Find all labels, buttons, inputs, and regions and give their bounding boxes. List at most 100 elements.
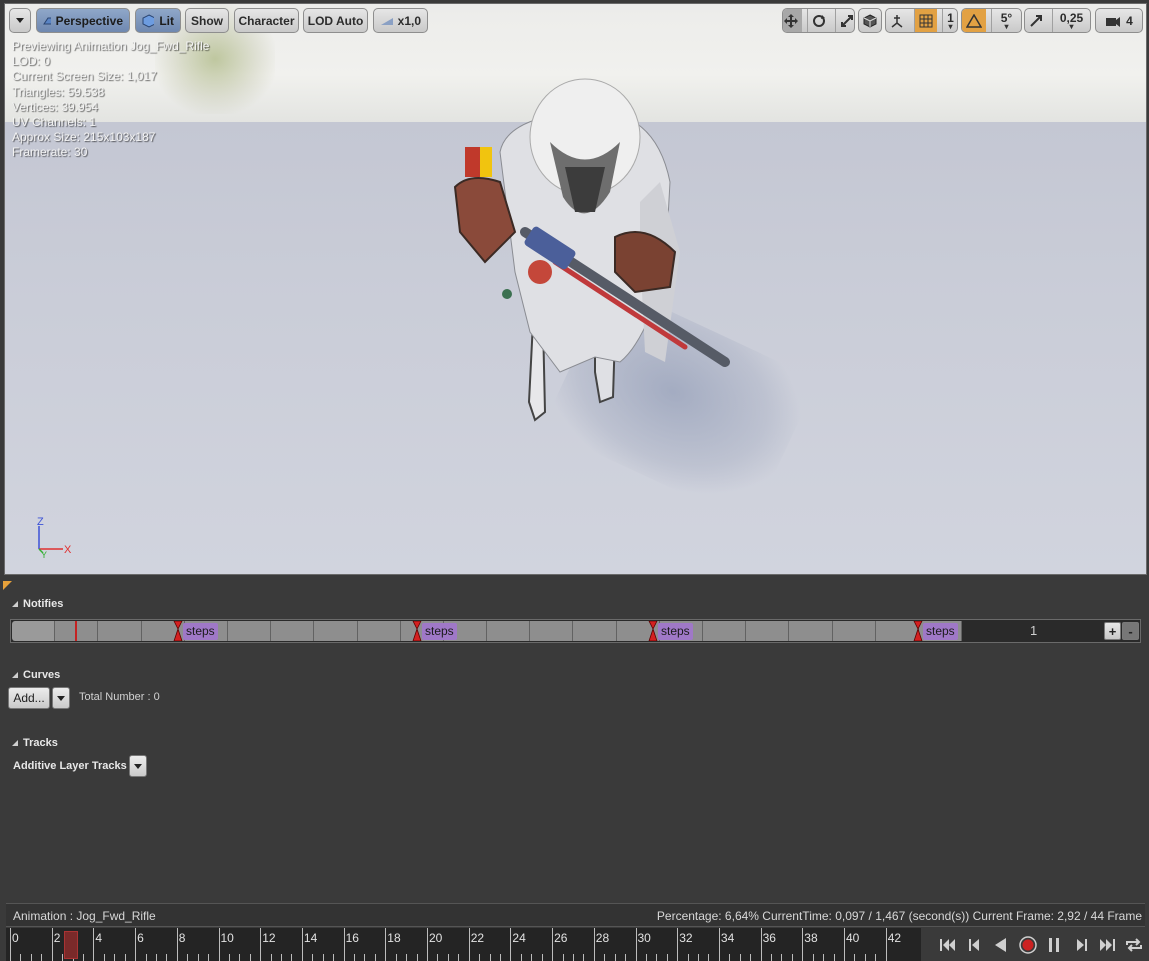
- skip-to-start-icon: [940, 939, 956, 951]
- notify-track-cell: [12, 621, 56, 641]
- perspective-button[interactable]: Perspective: [36, 8, 130, 33]
- lit-button[interactable]: Lit: [135, 8, 181, 33]
- chevron-down-icon: ▾: [948, 22, 953, 31]
- character-label: Character: [238, 13, 295, 28]
- skip-to-end-button[interactable]: [1094, 933, 1121, 957]
- timeline-tick: [885, 928, 887, 961]
- rotate-icon: [812, 14, 825, 27]
- loop-icon: [1125, 938, 1142, 952]
- timeline-tick-label: 26: [554, 931, 568, 945]
- scale-mode-button[interactable]: [834, 9, 855, 32]
- step-back-button[interactable]: [962, 933, 989, 957]
- add-curve-dropdown[interactable]: [52, 687, 70, 709]
- timeline-tick-label: 42: [887, 931, 902, 945]
- pause-button[interactable]: [1041, 933, 1068, 957]
- grid-snap-value[interactable]: 1 ▾: [942, 9, 957, 32]
- timeline-minor-tick: [270, 954, 272, 961]
- timeline-tick-label: 10: [220, 931, 234, 945]
- notifies-title: Notifies: [23, 598, 64, 610]
- skip-to-start-button[interactable]: [935, 933, 962, 957]
- timeline-tick-label: 32: [679, 931, 693, 945]
- status-bar: Animation : Jog_Fwd_Rifle Percentage: 6,…: [6, 903, 1145, 927]
- notify-label: steps: [422, 622, 457, 640]
- notify-label: steps: [658, 622, 693, 640]
- coordinate-space-button[interactable]: [858, 8, 882, 33]
- timeline-tick: [427, 928, 428, 961]
- tracks-header[interactable]: Tracks: [12, 737, 58, 749]
- timeline-minor-tick: [823, 954, 825, 961]
- timeline-minor-tick: [447, 954, 449, 961]
- grid-icon: [919, 14, 933, 27]
- character-mesh[interactable]: [445, 72, 745, 432]
- scale-snap-toggle[interactable]: [1025, 9, 1047, 32]
- timeline-tick: [218, 928, 220, 961]
- play-reverse-button[interactable]: [988, 933, 1015, 957]
- axis-z-label: Z: [37, 516, 44, 528]
- timeline-minor-tick: [124, 954, 126, 961]
- preview-viewport[interactable]: Perspective Lit Show Character LOD Auto …: [4, 3, 1147, 575]
- lod-text: LOD: 0: [12, 54, 51, 69]
- additive-layer-tracks-label: Additive Layer Tracks: [13, 760, 127, 772]
- notify-item[interactable]: steps: [913, 621, 958, 641]
- timeline-tick-label: 8: [178, 931, 186, 945]
- timeline-minor-tick: [145, 954, 147, 961]
- add-curve-button[interactable]: Add...: [8, 687, 50, 709]
- translate-mode-button[interactable]: [783, 9, 802, 32]
- notify-track[interactable]: steps steps steps steps 1 + -: [10, 619, 1141, 643]
- add-notify-track-button[interactable]: +: [1104, 622, 1121, 640]
- axis-y-label: Y: [41, 550, 47, 559]
- timeline-minor-tick: [875, 954, 877, 961]
- timeline-minor-tick: [41, 954, 43, 961]
- timeline-minor-tick: [687, 954, 689, 961]
- notifies-header[interactable]: Notifies: [12, 598, 63, 610]
- viewport-options-button[interactable]: [9, 8, 31, 33]
- rotation-snap-value[interactable]: 5° ▾: [991, 9, 1021, 32]
- timeline-minor-tick: [20, 954, 22, 961]
- step-forward-icon: [1076, 939, 1087, 951]
- timeline-tick: [802, 928, 804, 961]
- timeline-scrubber[interactable]: 0 2 4 6 8 10 12 14 16 18 20 22 24 26 28 30 32 34 36 38 40 42: [6, 928, 921, 961]
- notify-item[interactable]: steps: [648, 621, 693, 641]
- scale-snap-value[interactable]: 0,25 ▾: [1052, 9, 1090, 32]
- grid-snap-toggle[interactable]: [914, 9, 938, 32]
- notify-item[interactable]: steps: [173, 621, 218, 641]
- notify-track-cell: [530, 621, 574, 641]
- remove-notify-track-button[interactable]: -: [1122, 622, 1139, 640]
- timeline-tick: [51, 928, 53, 961]
- playback-speed-button[interactable]: x1,0: [373, 8, 428, 33]
- lod-label: LOD Auto: [307, 13, 364, 28]
- lod-button[interactable]: LOD Auto: [303, 8, 368, 33]
- timeline-minor-tick: [781, 954, 783, 961]
- timeline-minor-tick: [30, 954, 32, 961]
- timeline-scrub-handle[interactable]: [63, 931, 78, 959]
- timeline-minor-tick: [666, 954, 668, 961]
- timeline-tick: [552, 928, 554, 961]
- previewing-text: Previewing Animation Jog_Fwd_Rifle: [12, 39, 210, 53]
- timeline-minor-tick: [833, 954, 835, 961]
- show-button[interactable]: Show: [185, 8, 229, 33]
- timeline-minor-tick: [520, 954, 522, 961]
- notify-track-cell: [703, 621, 747, 641]
- timeline-minor-tick: [155, 954, 157, 961]
- surface-snap-icon: [891, 14, 903, 28]
- surface-snap-button[interactable]: [886, 9, 909, 32]
- rotation-snap-toggle[interactable]: [962, 9, 986, 32]
- rotate-mode-button[interactable]: [806, 9, 830, 32]
- tracks-title: Tracks: [23, 737, 58, 749]
- curves-header[interactable]: Curves: [12, 669, 60, 681]
- loop-button[interactable]: [1121, 933, 1148, 957]
- timeline-minor-tick: [197, 954, 199, 961]
- timeline-tick-label: 34: [720, 931, 735, 945]
- character-button[interactable]: Character: [234, 8, 299, 33]
- collapse-triangle-icon: [12, 601, 18, 607]
- additive-tracks-dropdown[interactable]: [129, 755, 147, 777]
- timeline-tick: [677, 928, 679, 961]
- notify-item[interactable]: steps: [412, 621, 457, 641]
- step-forward-button[interactable]: [1068, 933, 1095, 957]
- timeline-minor-tick: [312, 954, 314, 961]
- record-button[interactable]: [1015, 933, 1042, 957]
- timeline-tick-label: 30: [637, 931, 651, 945]
- timeline-minor-tick: [354, 954, 356, 961]
- timeline-tick-label: 16: [345, 931, 359, 945]
- camera-speed-button[interactable]: 4: [1095, 8, 1143, 33]
